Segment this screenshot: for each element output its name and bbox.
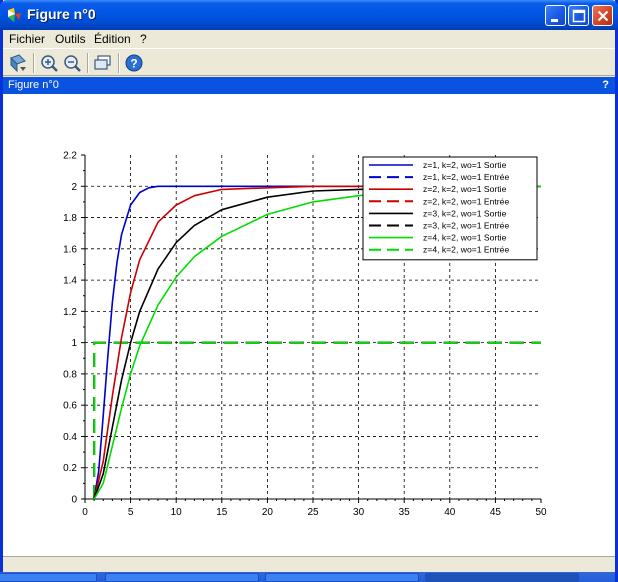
toolbar-separator [118,53,120,73]
x-tick-label: 40 [444,507,456,518]
minimize-button[interactable] [545,5,566,26]
application-window: Figure n°0 Fichier Outils Édition ? ? Fi… [0,0,618,582]
legend-label: z=1, k=2, wo=1 Sortie [423,160,507,170]
y-tick-label: 1.6 [63,244,77,255]
toolbar: ? [3,48,615,76]
figure-help-icon[interactable]: ? [602,79,609,91]
zoom-in-button[interactable] [38,52,60,74]
maximize-icon [572,9,586,23]
minimize-icon [551,19,558,22]
x-tick-label: 25 [307,507,319,518]
y-tick-label: 0.4 [63,432,77,443]
y-tick-label: 1.8 [63,213,77,224]
menu-edition[interactable]: Édition [94,32,131,46]
y-tick-label: 2 [71,182,77,193]
close-button[interactable] [592,5,613,26]
y-tick-label: 1 [71,338,77,349]
taskbar-item[interactable] [0,573,97,582]
svg-text:?: ? [130,57,137,71]
scilab-app-icon[interactable] [6,7,22,23]
plot-canvas[interactable]: 0 5 10 15 20 25 30 35 40 45 50 0 0.2 0.4 0.6 0.8 1 1.2 1.4… [3,94,615,556]
close-icon [597,10,609,22]
y-tick-label: 0 [71,495,77,506]
rotate-icon [10,54,26,73]
window-title: Figure n°0 [27,6,96,22]
x-tick-label: 0 [82,507,88,518]
zoom-out-button[interactable] [61,52,83,74]
taskbar [0,572,615,582]
x-tick-label: 10 [171,507,183,518]
taskbar-item-active[interactable] [425,573,579,582]
y-tick-label: 0.2 [63,463,77,474]
x-tick-label: 50 [535,507,547,518]
menu-outils[interactable]: Outils [55,32,86,46]
legend-label: z=4, k=2, wo=1 Sortie [423,233,507,243]
title-bar[interactable]: Figure n°0 [0,0,618,30]
zoom-in-icon [41,55,58,72]
zoom-out-icon [64,55,81,72]
x-tick-label: 15 [216,507,228,518]
x-tick-label: 20 [262,507,274,518]
y-tick-label: 1.4 [63,276,77,287]
menu-bar: Fichier Outils Édition ? [3,30,615,48]
y-tick-label: 0.8 [63,369,77,380]
legend-label: z=3, k=2, wo=1 Entrée [423,221,509,231]
status-bar [3,556,615,572]
help-button[interactable]: ? [123,52,145,74]
y-tick-label: 1.2 [63,307,77,318]
legend-label: z=2, k=2, wo=1 Entrée [423,196,509,206]
rotate-button[interactable] [7,52,29,74]
toolbar-separator [33,53,35,73]
figure-header-bar: Figure n°0 ? [3,77,615,94]
menu-help[interactable]: ? [140,32,147,46]
datatip-button[interactable] [92,52,114,74]
response-chart[interactable]: 0 5 10 15 20 25 30 35 40 45 50 0 0.2 0.4 0.6 0.8 1 1.2 1.4… [3,94,615,556]
help-icon: ? [125,54,143,72]
x-tick-label: 45 [490,507,502,518]
y-tick-label: 0.6 [63,401,77,412]
y-tick-label: 2.2 [63,151,77,162]
legend-label: z=3, k=2, wo=1 Sortie [423,208,507,218]
legend-label: z=2, k=2, wo=1 Sortie [423,184,507,194]
legend-label: z=4, k=2, wo=1 Entrée [423,245,509,255]
legend-label: z=1, k=2, wo=1 Entrée [423,172,509,182]
taskbar-item[interactable] [265,573,419,582]
maximize-button[interactable] [568,5,589,26]
taskbar-item[interactable] [105,573,259,582]
x-tick-label: 30 [353,507,365,518]
toolbar-separator [87,53,89,73]
x-tick-label: 5 [128,507,134,518]
x-tick-label: 35 [399,507,411,518]
datatip-icon [94,55,111,70]
figure-title: Figure n°0 [8,79,59,91]
menu-fichier[interactable]: Fichier [9,32,45,46]
